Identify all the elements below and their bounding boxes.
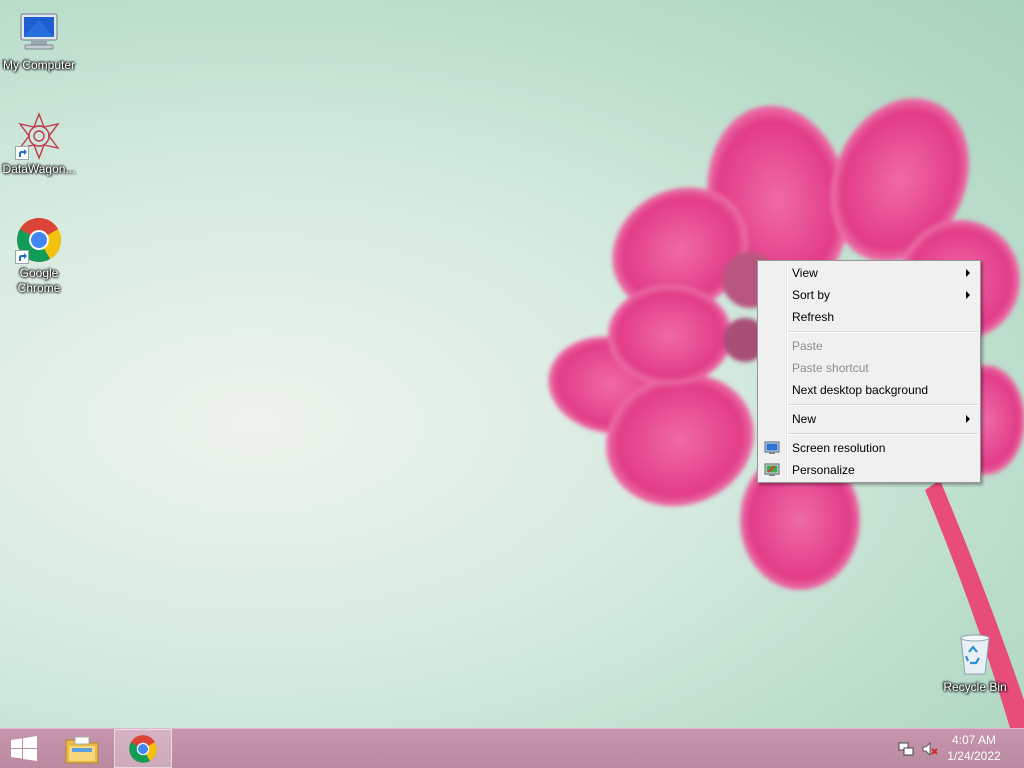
recycle-bin-icon — [951, 630, 999, 678]
desktop-icon-label: DataWagon... — [2, 162, 76, 176]
shortcut-arrow-icon — [15, 146, 29, 160]
taskbar: 4:07 AM 1/24/2022 — [0, 728, 1024, 768]
submenu-arrow-icon — [966, 291, 970, 299]
menu-separator — [788, 331, 978, 333]
clock-time: 4:07 AM — [951, 733, 997, 747]
menu-item-label: Paste shortcut — [792, 361, 869, 375]
taskbar-file-explorer[interactable] — [58, 729, 106, 768]
menu-item-new[interactable]: New — [760, 408, 978, 430]
menu-item-label: Paste — [792, 339, 823, 353]
taskbar-google-chrome[interactable] — [114, 729, 172, 768]
chrome-icon — [129, 735, 157, 763]
menu-separator — [788, 433, 978, 435]
menu-item-paste[interactable]: Paste — [760, 335, 978, 357]
desktop-context-menu: View Sort by Refresh Paste Paste shortcu… — [757, 260, 981, 483]
menu-item-view[interactable]: View — [760, 262, 978, 284]
screen-resolution-icon — [764, 441, 780, 454]
taskbar-clock[interactable]: 4:07 AM 1/24/2022 — [944, 732, 1004, 764]
datawagon-icon — [15, 112, 63, 160]
chrome-icon — [15, 216, 63, 264]
menu-item-label: View — [792, 266, 818, 280]
menu-item-personalize[interactable]: Personalize — [760, 459, 978, 481]
personalize-icon — [764, 463, 780, 476]
computer-icon — [15, 8, 63, 56]
menu-item-paste-shortcut[interactable]: Paste shortcut — [760, 357, 978, 379]
menu-separator — [788, 404, 978, 406]
menu-item-refresh[interactable]: Refresh — [760, 306, 978, 328]
windows-start-icon — [11, 736, 37, 761]
menu-item-label: Next desktop background — [792, 383, 929, 397]
menu-item-label: Refresh — [792, 310, 835, 324]
menu-item-label: Personalize — [792, 463, 855, 477]
start-button[interactable] — [0, 729, 48, 768]
menu-item-screen-resolution[interactable]: Screen resolution — [760, 437, 978, 459]
shortcut-arrow-icon — [15, 250, 29, 264]
menu-item-next-desktop-background[interactable]: Next desktop background — [760, 379, 978, 401]
menu-item-label: Sort by — [792, 288, 831, 302]
desktop-icon-datawagon[interactable]: DataWagon... — [0, 112, 81, 177]
submenu-arrow-icon — [966, 415, 970, 423]
network-icon[interactable] — [898, 741, 914, 757]
file-explorer-icon — [65, 736, 99, 764]
menu-item-sort-by[interactable]: Sort by — [760, 284, 978, 306]
menu-item-label: Screen resolution — [792, 441, 886, 455]
clock-date: 1/24/2022 — [947, 749, 1001, 763]
desktop-icon-label: Google Chrome — [17, 266, 61, 295]
desktop-icon-label: Recycle Bin — [943, 680, 1007, 694]
volume-muted-icon[interactable] — [922, 741, 938, 757]
desktop-icon-recycle-bin[interactable]: Recycle Bin — [933, 630, 1017, 695]
desktop-icon-label: My Computer — [2, 58, 76, 72]
submenu-arrow-icon — [966, 269, 970, 277]
menu-item-label: New — [792, 412, 817, 426]
desktop-icon-google-chrome[interactable]: Google Chrome — [0, 216, 81, 296]
desktop-icon-my-computer[interactable]: My Computer — [0, 8, 81, 73]
